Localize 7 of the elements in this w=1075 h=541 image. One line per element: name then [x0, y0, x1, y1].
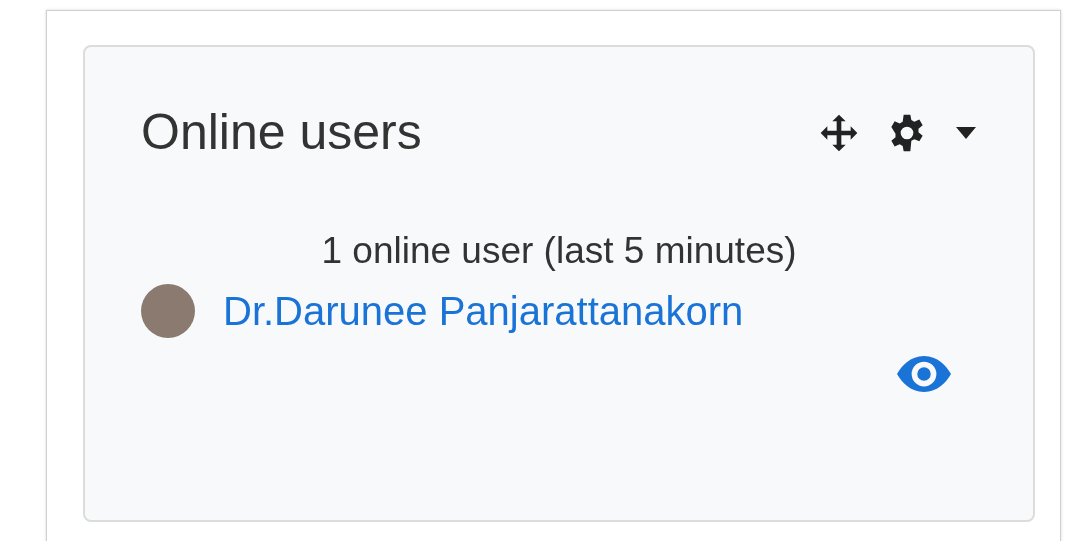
block-title: Online users — [141, 105, 422, 160]
avatar — [141, 284, 195, 338]
caret-icon[interactable] — [955, 126, 977, 139]
user-link[interactable]: Dr.Darunee Panjarattanakorn — [223, 288, 744, 334]
eye-icon[interactable] — [896, 356, 952, 392]
online-count-text: 1 online user (last 5 minutes) — [320, 230, 798, 272]
move-icon[interactable] — [819, 112, 859, 153]
